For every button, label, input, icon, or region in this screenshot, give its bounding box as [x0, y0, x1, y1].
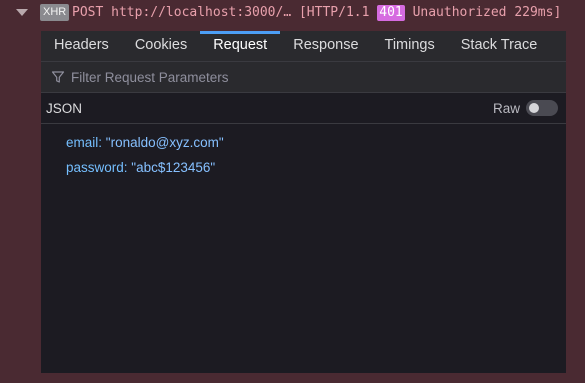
param-row-password[interactable]: password: "abc$123456": [41, 155, 566, 180]
key-separator: :: [98, 135, 106, 150]
funnel-icon: [51, 71, 65, 83]
raw-toggle-group: Raw: [493, 100, 558, 116]
xhr-badge: XHR: [40, 4, 70, 21]
request-url[interactable]: http://localhost:3000/…: [111, 5, 291, 20]
network-request-row[interactable]: XHR POST http://localhost:3000/… [HTTP/1…: [0, 0, 585, 25]
json-section-header: JSON Raw: [41, 93, 566, 124]
json-label: JSON: [46, 100, 83, 116]
tab-timings[interactable]: Timings: [372, 31, 448, 61]
tab-request[interactable]: Request: [200, 31, 281, 61]
tab-headers[interactable]: Headers: [41, 31, 122, 61]
param-row-email[interactable]: email: "ronaldo@xyz.com": [41, 130, 566, 155]
tab-response[interactable]: Response: [280, 31, 371, 61]
request-method: POST: [72, 5, 104, 20]
collapse-triangle-icon[interactable]: [16, 9, 28, 16]
status-text: Unauthorized: [412, 5, 507, 20]
request-protocol: [HTTP/1.1: [298, 5, 370, 20]
params-list: email: "ronaldo@xyz.com" password: "abc$…: [41, 124, 566, 180]
param-key: email: [66, 135, 99, 150]
details-tab-bar: Headers Cookies Request Response Timings…: [41, 31, 566, 62]
raw-toggle[interactable]: [526, 100, 558, 116]
status-code-badge: 401: [377, 5, 405, 21]
tab-cookies[interactable]: Cookies: [122, 31, 200, 61]
param-key: password: [66, 160, 124, 175]
request-summary: POST http://localhost:3000/… [HTTP/1.1 4…: [72, 4, 561, 21]
toggle-knob: [529, 103, 539, 113]
request-details-panel: Headers Cookies Request Response Timings…: [41, 31, 566, 373]
param-value: "abc$123456": [131, 160, 216, 175]
tab-stack-trace[interactable]: Stack Trace: [448, 31, 551, 61]
filter-bar: [41, 62, 566, 93]
param-value: "ronaldo@xyz.com": [105, 135, 224, 150]
raw-label: Raw: [492, 100, 520, 116]
request-time: 229ms]: [514, 5, 562, 20]
filter-params-input[interactable]: [69, 68, 453, 86]
